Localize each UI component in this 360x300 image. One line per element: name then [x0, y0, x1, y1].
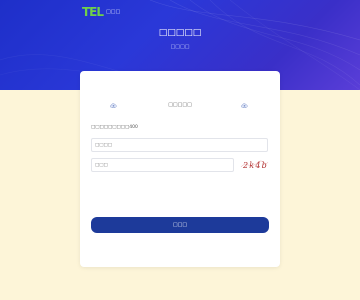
captcha-row: 2k4b	[91, 157, 269, 174]
login-card: □□□□□ □□□□□□□□□400 2k4b □□□	[80, 71, 280, 267]
logo-mark: TEL	[82, 5, 104, 19]
captcha-image[interactable]: 2k4b	[239, 157, 269, 173]
brand-logo[interactable]: TEL □□□	[82, 6, 120, 18]
phone-input[interactable]	[91, 138, 268, 152]
page-title: □□□□□	[158, 28, 202, 38]
tab-login[interactable]: □□□□□	[80, 102, 280, 108]
logo-text: □□□	[106, 9, 121, 15]
cloud-user-icon[interactable]	[240, 101, 249, 110]
page-subtitle: □□□□	[170, 44, 190, 50]
submit-button[interactable]: □□□	[91, 217, 269, 233]
login-tabs: □□□□□	[80, 99, 280, 113]
login-hint: □□□□□□□□□400	[91, 125, 138, 130]
captcha-text: 2k4b	[242, 161, 268, 170]
captcha-input[interactable]	[91, 158, 234, 172]
